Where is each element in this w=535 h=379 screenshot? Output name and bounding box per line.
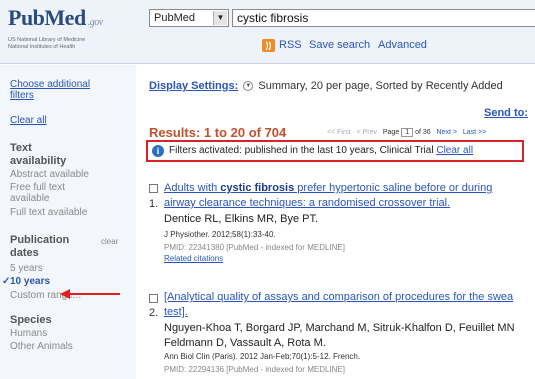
result-1-related-citations[interactable]: Related citations	[164, 254, 223, 263]
red-arrow-annotation	[60, 289, 120, 299]
pager-prev: < Prev	[356, 129, 378, 136]
save-search-link[interactable]: Save search	[309, 39, 370, 51]
display-settings: Display Settings: ▼ Summary, 20 per page…	[149, 80, 503, 92]
pager-first: << First	[327, 129, 351, 136]
filter-sidebar: Choose additional filters Clear all Text…	[0, 65, 136, 379]
database-select-value: PubMed	[154, 12, 195, 24]
pager-last[interactable]: Last >>	[463, 129, 486, 136]
send-to-link[interactable]: Send to:	[484, 107, 528, 119]
pager-next[interactable]: Next >	[437, 129, 457, 136]
filter-free-full-text-line1[interactable]: Free full text	[10, 182, 65, 193]
chevron-down-circle-icon[interactable]: ▼	[243, 81, 254, 92]
result-1-title-line2[interactable]: airway clearance techniques: a randomise…	[164, 197, 450, 209]
result-1-title-post: prefer hypertonic saline before or durin…	[294, 182, 493, 194]
text-availability-heading-line1: Text	[10, 142, 32, 154]
page-number-input[interactable]: 1	[401, 128, 414, 137]
logo-text: PubMed	[8, 5, 86, 30]
result-1-title-line1[interactable]: Adults with cystic fibrosis prefer hyper…	[164, 182, 492, 194]
advanced-link[interactable]: Advanced	[378, 39, 427, 51]
result-1-title-bold: cystic fibrosis	[220, 182, 295, 194]
filters-activated-text: Filters activated: published in the last…	[169, 145, 473, 156]
result-2-checkbox[interactable]	[149, 294, 158, 303]
result-1-number: 1.	[149, 198, 159, 210]
result-2-authors-line2: Feldmann D, Vassault A, Rota M.	[164, 337, 326, 349]
result-1-pmid: PMID: 22341380 [PubMed - indexed for MED…	[164, 243, 345, 252]
result-2-pmid: PMID: 22294136 [PubMed - indexed for MED…	[164, 365, 345, 374]
filter-full-text-available[interactable]: Full text available	[10, 207, 87, 218]
filter-abstract-available[interactable]: Abstract available	[10, 169, 89, 180]
result-2-title-line1[interactable]: [Analytical quality of assays and compar…	[164, 291, 513, 303]
logo-gov: .gov	[87, 17, 103, 28]
choose-filters-link-line1[interactable]: Choose additional	[10, 79, 90, 90]
chevron-down-icon[interactable]: ▼	[213, 11, 227, 25]
filters-activated-notice: i Filters activated: published in the la…	[146, 140, 524, 162]
pager: << First < Prev Page 1 of 36 Next > Last…	[327, 128, 486, 137]
result-1-authors: Dentice RL, Elkins MR, Bye PT.	[164, 213, 319, 225]
text-availability-heading-line2: availability	[10, 155, 67, 167]
filters-activated-label: Filters activated: published in the last…	[169, 145, 434, 156]
filters-clear-all-link[interactable]: Clear all	[436, 145, 473, 156]
species-heading: Species	[10, 314, 52, 326]
result-2-authors-line1: Nguyen-Khoa T, Borgard JP, Marchand M, S…	[164, 322, 515, 334]
filter-free-full-text-line2[interactable]: available	[10, 193, 49, 204]
filter-other-animals[interactable]: Other Animals	[10, 341, 73, 352]
search-input[interactable]	[232, 9, 535, 27]
rss-link[interactable]: RSS	[279, 39, 302, 51]
result-1-title-pre: Adults with	[164, 182, 221, 194]
logo-subtitle-2: National Institutes of Health	[8, 44, 76, 50]
choose-filters-link-line2[interactable]: filters	[10, 90, 34, 101]
filter-10-years[interactable]: 10 years	[10, 276, 50, 287]
pager-of-pages: of 36	[415, 129, 431, 136]
publication-dates-heading-line2: dates	[10, 247, 39, 259]
rss-icon[interactable]: ))	[262, 39, 275, 52]
filter-5-years[interactable]: 5 years	[10, 263, 43, 274]
header-bar: PubMed .gov US National Library of Medici…	[0, 0, 535, 64]
results-count: Results: 1 to 20 of 704	[149, 125, 287, 140]
info-icon: i	[152, 145, 164, 157]
publication-dates-heading-line1: Publication	[10, 234, 70, 246]
result-2-title-line2[interactable]: test].	[164, 306, 188, 318]
pager-page-label: Page	[382, 129, 400, 136]
logo-subtitle-1: US National Library of Medicine	[8, 37, 86, 43]
result-2-journal: Ann Biol Clin (Paris). 2012 Jan-Feb;70(1…	[164, 352, 361, 361]
result-1-checkbox[interactable]	[149, 184, 158, 193]
display-settings-value: Summary, 20 per page, Sorted by Recently…	[258, 80, 503, 92]
database-select[interactable]: PubMed ▼	[149, 9, 229, 27]
clear-all-link[interactable]: Clear all	[10, 115, 47, 126]
pubmed-logo[interactable]: PubMed .gov US National Library of Medici…	[8, 6, 138, 51]
display-settings-link[interactable]: Display Settings:	[149, 80, 238, 92]
publication-dates-clear-link[interactable]: clear	[101, 237, 118, 246]
result-1-journal: J Physiother. 2012;58(1):33-40.	[164, 230, 276, 239]
filter-humans[interactable]: Humans	[10, 328, 47, 339]
logo-wordmark: PubMed .gov	[8, 6, 138, 35]
result-2-number: 2.	[149, 307, 159, 319]
